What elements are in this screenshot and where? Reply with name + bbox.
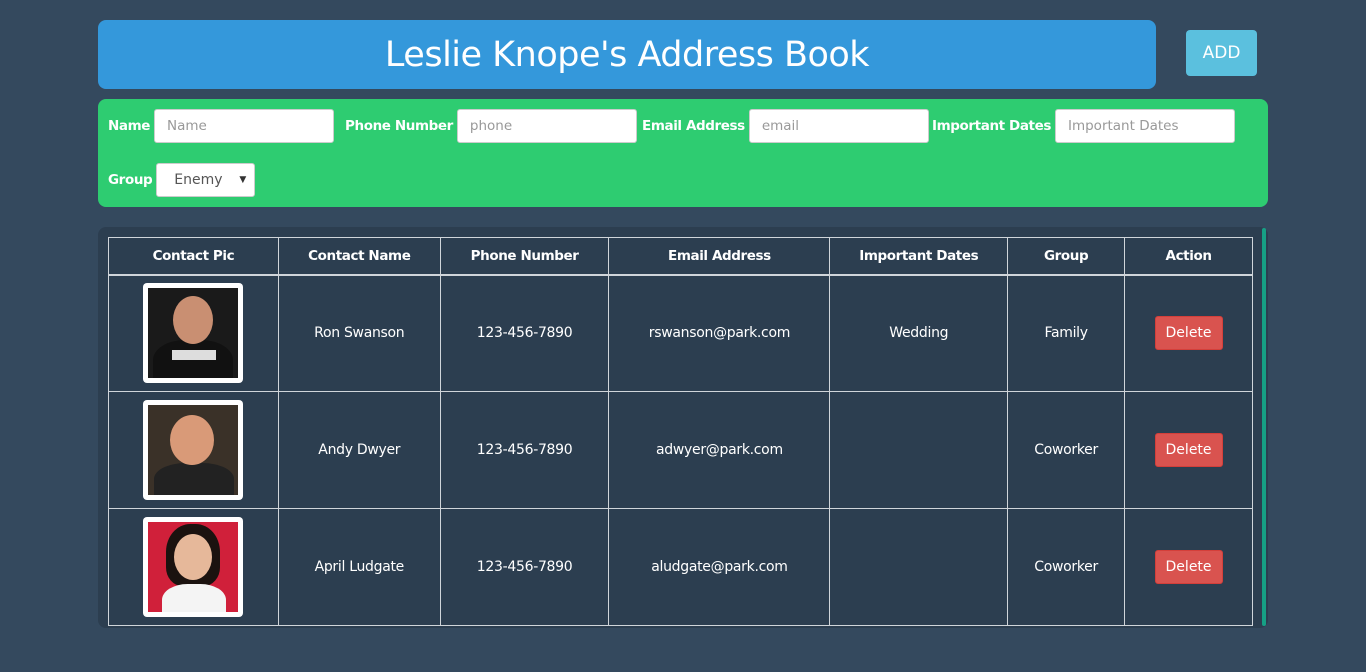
- contacts-table-container: Contact Pic Contact Name Phone Number Em…: [98, 227, 1268, 628]
- contact-name: Ron Swanson: [277, 274, 441, 392]
- contact-phone: 123-456-7890: [439, 274, 610, 392]
- contacts-table: Contact Pic Contact Name Phone Number Em…: [108, 237, 1253, 626]
- column-header: Contact Pic: [108, 237, 279, 276]
- table-row: Ron Swanson 123-456-7890 rswanson@park.c…: [108, 274, 1253, 392]
- contact-group: Family: [1007, 274, 1126, 392]
- action-cell: Delete: [1124, 391, 1253, 509]
- contact-name: April Ludgate: [277, 508, 441, 626]
- column-header: Email Address: [608, 237, 831, 276]
- column-header: Important Dates: [829, 237, 1009, 276]
- page-title: Leslie Knope's Address Book: [384, 34, 870, 75]
- contact-dates: [829, 391, 1009, 509]
- contact-name: Andy Dwyer: [277, 391, 441, 509]
- delete-button[interactable]: Delete: [1154, 550, 1223, 584]
- contact-pic-cell: [108, 274, 279, 392]
- phone-input[interactable]: [456, 109, 637, 143]
- column-header: Contact Name: [277, 237, 441, 276]
- dates-label: Important Dates: [932, 118, 1051, 134]
- email-input[interactable]: [748, 109, 929, 143]
- group-label: Group: [108, 172, 153, 188]
- email-field: Email Address: [642, 109, 929, 143]
- action-cell: Delete: [1124, 274, 1253, 392]
- contact-email: aludgate@park.com: [608, 508, 831, 626]
- contact-photo: [148, 522, 239, 612]
- group-select-value: Enemy: [174, 172, 223, 188]
- delete-button[interactable]: Delete: [1154, 316, 1223, 351]
- column-header: Group: [1007, 237, 1126, 276]
- contact-email: rswanson@park.com: [608, 274, 831, 392]
- avatar: [143, 400, 244, 500]
- column-header: Phone Number: [439, 237, 610, 276]
- caret-down-icon: ▼: [239, 175, 247, 185]
- name-label: Name: [108, 118, 151, 134]
- dates-field: Important Dates: [932, 109, 1235, 143]
- scrollbar[interactable]: [1262, 228, 1266, 626]
- contact-phone: 123-456-7890: [439, 508, 610, 626]
- contact-photo: [148, 405, 239, 495]
- group-select[interactable]: Enemy ▼: [156, 163, 256, 197]
- contact-dates: [829, 508, 1009, 626]
- phone-label: Phone Number: [345, 118, 453, 134]
- contact-group: Coworker: [1007, 508, 1126, 626]
- add-contact-button[interactable]: ADD: [1186, 30, 1257, 76]
- name-input[interactable]: [154, 109, 335, 143]
- contact-pic-cell: [108, 508, 279, 626]
- contact-photo: [148, 288, 239, 379]
- delete-button[interactable]: Delete: [1154, 433, 1223, 467]
- dates-input[interactable]: [1054, 109, 1235, 143]
- app-header: Leslie Knope's Address Book: [98, 20, 1156, 89]
- name-field: Name: [108, 109, 335, 143]
- action-cell: Delete: [1124, 508, 1253, 626]
- contact-phone: 123-456-7890: [439, 391, 610, 509]
- column-header: Action: [1124, 237, 1253, 276]
- table-row: Andy Dwyer 123-456-7890 adwyer@park.com …: [108, 391, 1253, 509]
- contact-email: adwyer@park.com: [608, 391, 831, 509]
- table-header-row: Contact Pic Contact Name Phone Number Em…: [108, 237, 1253, 276]
- contact-pic-cell: [108, 391, 279, 509]
- phone-field: Phone Number: [345, 109, 637, 143]
- avatar: [143, 283, 244, 384]
- contact-group: Coworker: [1007, 391, 1126, 509]
- group-field: Group Enemy ▼: [108, 163, 256, 197]
- email-label: Email Address: [642, 118, 745, 134]
- table-row: April Ludgate 123-456-7890 aludgate@park…: [108, 508, 1253, 626]
- contact-dates: Wedding: [829, 274, 1009, 392]
- avatar: [143, 517, 244, 617]
- contact-form: Name Phone Number Email Address Importan…: [98, 99, 1268, 207]
